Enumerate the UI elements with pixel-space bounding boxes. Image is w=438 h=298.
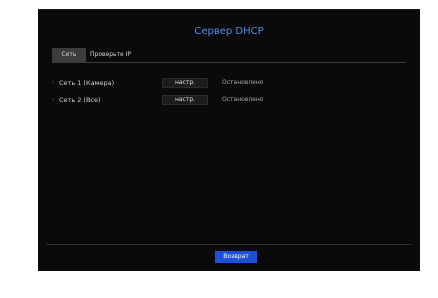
top-divider: [38, 9, 420, 10]
list-item-network-1: › Сеть 1 (Камера) настр. Остановлено: [52, 77, 406, 89]
tab-bar: Сеть Проверьте IP: [52, 48, 146, 62]
network-2-settings-button[interactable]: настр.: [162, 95, 208, 105]
dhcp-server-dialog: Сервер DHCP Сеть Проверьте IP › Сеть 1 (…: [38, 9, 420, 271]
dialog-title: Сервер DHCP: [194, 26, 264, 37]
network-1-settings-button[interactable]: настр.: [162, 78, 208, 88]
tab-check-ip[interactable]: Проверьте IP: [86, 48, 146, 62]
tab-divider: [52, 62, 406, 63]
tab-network[interactable]: Сеть: [52, 48, 86, 62]
network-2-status: Остановлено: [222, 96, 264, 103]
back-button[interactable]: Возврат: [215, 251, 257, 263]
network-1-label: Сеть 1 (Камера): [59, 79, 115, 87]
network-2-label: Сеть 2 (Все): [59, 96, 101, 104]
footer-divider: [46, 244, 412, 245]
list-item-network-2: › Сеть 2 (Все) настр. Остановлено: [52, 94, 406, 106]
network-1-status: Остановлено: [222, 79, 264, 86]
